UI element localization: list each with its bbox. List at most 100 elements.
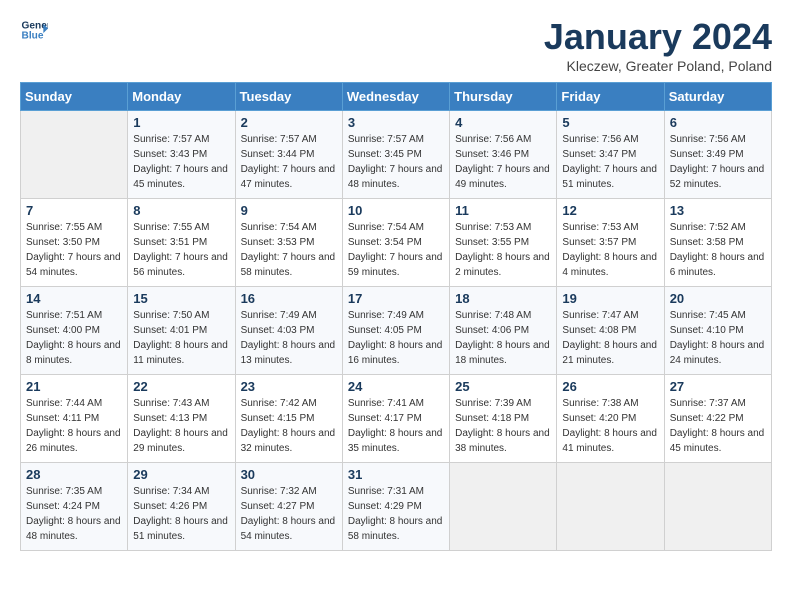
cell-info: Sunrise: 7:51 AMSunset: 4:00 PMDaylight:… bbox=[26, 308, 122, 368]
day-number: 13 bbox=[670, 203, 766, 218]
day-number: 18 bbox=[455, 291, 551, 306]
calendar-cell: 22 Sunrise: 7:43 AMSunset: 4:13 PMDayligh… bbox=[128, 375, 235, 463]
month-title: January 2024 bbox=[544, 16, 772, 58]
day-number: 29 bbox=[133, 467, 229, 482]
day-number: 31 bbox=[348, 467, 444, 482]
week-row-2: 7 Sunrise: 7:55 AMSunset: 3:50 PMDaylight… bbox=[21, 199, 772, 287]
calendar-cell: 3Sunrise: 7:57 AMSunset: 3:45 PMDaylight… bbox=[342, 111, 449, 199]
calendar-table: SundayMondayTuesdayWednesdayThursdayFrid… bbox=[20, 82, 772, 551]
day-number: 5 bbox=[562, 115, 658, 130]
day-number: 19 bbox=[562, 291, 658, 306]
calendar-cell: 14 Sunrise: 7:51 AMSunset: 4:00 PMDayligh… bbox=[21, 287, 128, 375]
day-number: 3 bbox=[348, 115, 444, 130]
cell-info: Sunrise: 7:55 AMSunset: 3:51 PMDaylight:… bbox=[133, 220, 229, 280]
cell-info: Sunrise: 7:32 AMSunset: 4:27 PMDaylight:… bbox=[241, 484, 337, 544]
cell-info: Sunrise: 7:43 AMSunset: 4:13 PMDaylight:… bbox=[133, 396, 229, 456]
cell-info: Sunrise: 7:38 AMSunset: 4:20 PMDaylight:… bbox=[562, 396, 658, 456]
cell-info: Sunrise: 7:34 AMSunset: 4:26 PMDaylight:… bbox=[133, 484, 229, 544]
cell-info: Sunrise: 7:53 AMSunset: 3:57 PMDaylight:… bbox=[562, 220, 658, 280]
calendar-cell: 20Sunrise: 7:45 AMSunset: 4:10 PMDayligh… bbox=[664, 287, 771, 375]
calendar-cell: 18 Sunrise: 7:48 AMSunset: 4:06 PMDayligh… bbox=[450, 287, 557, 375]
calendar-cell: 21Sunrise: 7:44 AMSunset: 4:11 PMDayligh… bbox=[21, 375, 128, 463]
day-header-friday: Friday bbox=[557, 83, 664, 111]
day-number: 22 bbox=[133, 379, 229, 394]
cell-info: Sunrise: 7:44 AMSunset: 4:11 PMDaylight:… bbox=[26, 396, 122, 456]
cell-info: Sunrise: 7:47 AMSunset: 4:08 PMDaylight:… bbox=[562, 308, 658, 368]
cell-info: Sunrise: 7:54 AMSunset: 3:53 PMDaylight:… bbox=[241, 220, 337, 280]
week-row-4: 21Sunrise: 7:44 AMSunset: 4:11 PMDayligh… bbox=[21, 375, 772, 463]
cell-info: Sunrise: 7:48 AMSunset: 4:06 PMDaylight:… bbox=[455, 308, 551, 368]
calendar-cell: 30 Sunrise: 7:32 AMSunset: 4:27 PMDayligh… bbox=[235, 463, 342, 551]
calendar-cell: 13 Sunrise: 7:52 AMSunset: 3:58 PMDayligh… bbox=[664, 199, 771, 287]
day-header-sunday: Sunday bbox=[21, 83, 128, 111]
day-number: 24 bbox=[348, 379, 444, 394]
calendar-cell: 8Sunrise: 7:55 AMSunset: 3:51 PMDaylight… bbox=[128, 199, 235, 287]
calendar-cell: 26 Sunrise: 7:38 AMSunset: 4:20 PMDayligh… bbox=[557, 375, 664, 463]
cell-info: Sunrise: 7:50 AMSunset: 4:01 PMDaylight:… bbox=[133, 308, 229, 368]
calendar-cell: 7 Sunrise: 7:55 AMSunset: 3:50 PMDaylight… bbox=[21, 199, 128, 287]
day-number: 17 bbox=[348, 291, 444, 306]
calendar-cell bbox=[664, 463, 771, 551]
day-header-tuesday: Tuesday bbox=[235, 83, 342, 111]
calendar-header: SundayMondayTuesdayWednesdayThursdayFrid… bbox=[21, 83, 772, 111]
calendar-cell: 25 Sunrise: 7:39 AMSunset: 4:18 PMDayligh… bbox=[450, 375, 557, 463]
day-number: 28 bbox=[26, 467, 122, 482]
cell-info: Sunrise: 7:56 AMSunset: 3:46 PMDaylight:… bbox=[455, 132, 551, 192]
calendar-cell: 15 Sunrise: 7:50 AMSunset: 4:01 PMDayligh… bbox=[128, 287, 235, 375]
day-number: 14 bbox=[26, 291, 122, 306]
calendar-cell bbox=[21, 111, 128, 199]
calendar-cell: 19 Sunrise: 7:47 AMSunset: 4:08 PMDayligh… bbox=[557, 287, 664, 375]
location-subtitle: Kleczew, Greater Poland, Poland bbox=[544, 58, 772, 74]
cell-info: Sunrise: 7:53 AMSunset: 3:55 PMDaylight:… bbox=[455, 220, 551, 280]
cell-info: Sunrise: 7:52 AMSunset: 3:58 PMDaylight:… bbox=[670, 220, 766, 280]
cell-info: Sunrise: 7:57 AMSunset: 3:44 PMDaylight:… bbox=[241, 132, 337, 192]
day-number: 26 bbox=[562, 379, 658, 394]
cell-info: Sunrise: 7:35 AMSunset: 4:24 PMDaylight:… bbox=[26, 484, 122, 544]
calendar-cell: 17 Sunrise: 7:49 AMSunset: 4:05 PMDayligh… bbox=[342, 287, 449, 375]
calendar-cell: 31 Sunrise: 7:31 AMSunset: 4:29 PMDayligh… bbox=[342, 463, 449, 551]
calendar-cell: 1 Sunrise: 7:57 AMSunset: 3:43 PMDaylight… bbox=[128, 111, 235, 199]
day-number: 27 bbox=[670, 379, 766, 394]
day-number: 30 bbox=[241, 467, 337, 482]
calendar-cell: 4Sunrise: 7:56 AMSunset: 3:46 PMDaylight… bbox=[450, 111, 557, 199]
day-header-row: SundayMondayTuesdayWednesdayThursdayFrid… bbox=[21, 83, 772, 111]
day-number: 16 bbox=[241, 291, 337, 306]
calendar-cell: 23Sunrise: 7:42 AMSunset: 4:15 PMDayligh… bbox=[235, 375, 342, 463]
cell-info: Sunrise: 7:39 AMSunset: 4:18 PMDaylight:… bbox=[455, 396, 551, 456]
day-number: 7 bbox=[26, 203, 122, 218]
day-number: 11 bbox=[455, 203, 551, 218]
day-header-thursday: Thursday bbox=[450, 83, 557, 111]
calendar-cell: 9Sunrise: 7:54 AMSunset: 3:53 PMDaylight… bbox=[235, 199, 342, 287]
cell-info: Sunrise: 7:49 AMSunset: 4:03 PMDaylight:… bbox=[241, 308, 337, 368]
calendar-cell: 5 Sunrise: 7:56 AMSunset: 3:47 PMDaylight… bbox=[557, 111, 664, 199]
title-block: January 2024 Kleczew, Greater Poland, Po… bbox=[544, 16, 772, 74]
day-number: 1 bbox=[133, 115, 229, 130]
cell-info: Sunrise: 7:56 AMSunset: 3:47 PMDaylight:… bbox=[562, 132, 658, 192]
day-header-monday: Monday bbox=[128, 83, 235, 111]
logo-icon: General Blue bbox=[20, 16, 48, 44]
week-row-1: 1 Sunrise: 7:57 AMSunset: 3:43 PMDaylight… bbox=[21, 111, 772, 199]
calendar-cell: 11 Sunrise: 7:53 AMSunset: 3:55 PMDayligh… bbox=[450, 199, 557, 287]
calendar-cell bbox=[450, 463, 557, 551]
day-header-wednesday: Wednesday bbox=[342, 83, 449, 111]
cell-info: Sunrise: 7:31 AMSunset: 4:29 PMDaylight:… bbox=[348, 484, 444, 544]
day-number: 2 bbox=[241, 115, 337, 130]
cell-info: Sunrise: 7:49 AMSunset: 4:05 PMDaylight:… bbox=[348, 308, 444, 368]
calendar-cell: 28 Sunrise: 7:35 AMSunset: 4:24 PMDayligh… bbox=[21, 463, 128, 551]
calendar-cell: 16 Sunrise: 7:49 AMSunset: 4:03 PMDayligh… bbox=[235, 287, 342, 375]
cell-info: Sunrise: 7:55 AMSunset: 3:50 PMDaylight:… bbox=[26, 220, 122, 280]
day-number: 12 bbox=[562, 203, 658, 218]
calendar-cell: 12 Sunrise: 7:53 AMSunset: 3:57 PMDayligh… bbox=[557, 199, 664, 287]
day-number: 15 bbox=[133, 291, 229, 306]
cell-info: Sunrise: 7:57 AMSunset: 3:43 PMDaylight:… bbox=[133, 132, 229, 192]
day-number: 25 bbox=[455, 379, 551, 394]
logo: General Blue bbox=[20, 16, 48, 44]
calendar-cell: 24Sunrise: 7:41 AMSunset: 4:17 PMDayligh… bbox=[342, 375, 449, 463]
cell-info: Sunrise: 7:56 AMSunset: 3:49 PMDaylight:… bbox=[670, 132, 766, 192]
day-number: 6 bbox=[670, 115, 766, 130]
cell-info: Sunrise: 7:54 AMSunset: 3:54 PMDaylight:… bbox=[348, 220, 444, 280]
day-header-saturday: Saturday bbox=[664, 83, 771, 111]
week-row-3: 14 Sunrise: 7:51 AMSunset: 4:00 PMDayligh… bbox=[21, 287, 772, 375]
calendar-cell: 29 Sunrise: 7:34 AMSunset: 4:26 PMDayligh… bbox=[128, 463, 235, 551]
cell-info: Sunrise: 7:45 AMSunset: 4:10 PMDaylight:… bbox=[670, 308, 766, 368]
